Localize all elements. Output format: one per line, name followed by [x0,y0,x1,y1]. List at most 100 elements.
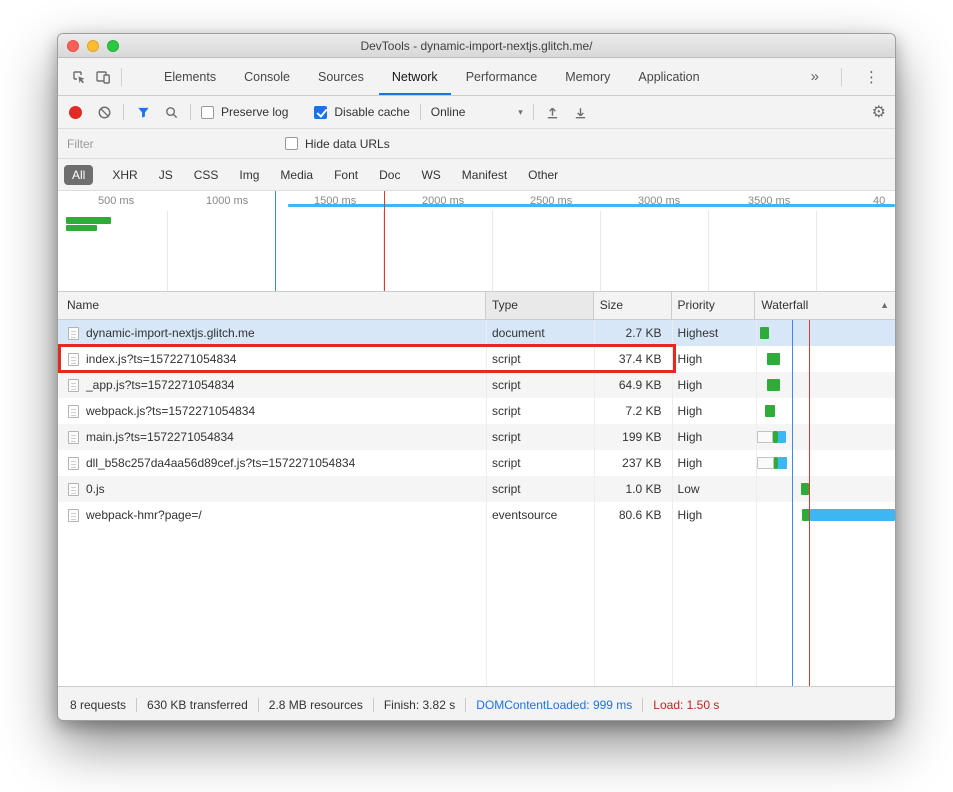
document-icon [68,431,79,444]
finish-time: Finish: 3.82 s [384,698,455,712]
close-window-button[interactable] [67,40,79,52]
tab-network[interactable]: Network [379,58,451,95]
more-tabs-icon[interactable]: » [805,68,825,85]
overview-request-bar [288,204,895,207]
traffic-lights [67,40,119,52]
inspect-cursor-icon [71,69,87,85]
search-icon [164,105,179,120]
column-header-priority[interactable]: Priority [672,292,756,319]
table-row[interactable]: main.js?ts=1572271054834 script 199 KB H… [58,424,895,450]
overview-tick-label: 2000 ms [422,195,464,207]
filter-input[interactable] [67,137,277,151]
overview-tick-label: 1000 ms [206,195,248,207]
window-title: DevTools - dynamic-import-nextjs.glitch.… [360,39,592,53]
column-header-waterfall[interactable]: Waterfall ▲ [755,292,895,319]
tab-application[interactable]: Application [625,58,712,95]
clear-network-log-button[interactable] [95,103,113,121]
type-filter-css[interactable]: CSS [192,165,221,185]
zoom-window-button[interactable] [107,40,119,52]
type-filter-doc[interactable]: Doc [377,165,402,185]
type-filter-js[interactable]: JS [157,165,175,185]
preserve-log-checkbox[interactable] [201,106,214,119]
status-divider [465,698,466,712]
request-type: script [486,424,594,450]
column-gridline [594,320,595,686]
table-row[interactable]: _app.js?ts=1572271054834 script 64.9 KB … [58,372,895,398]
column-gridline [756,320,757,686]
overview-tick-label: 500 ms [98,195,134,207]
resources-size: 2.8 MB resources [269,698,363,712]
column-header-type[interactable]: Type [486,292,594,319]
toggle-device-toolbar-button[interactable] [91,64,115,90]
tab-performance[interactable]: Performance [453,58,551,95]
funnel-icon [136,105,151,120]
hide-data-urls-label: Hide data URLs [305,137,390,151]
waterfall-cell [755,476,895,502]
tab-elements[interactable]: Elements [151,58,229,95]
customize-devtools-icon[interactable]: ⋮ [858,68,886,86]
type-filter-media[interactable]: Media [278,165,315,185]
type-filter-manifest[interactable]: Manifest [460,165,509,185]
title-bar[interactable]: DevTools - dynamic-import-nextjs.glitch.… [58,34,895,58]
export-har-button[interactable] [572,103,590,121]
throttling-dropdown[interactable]: Online ▾ [431,105,523,119]
column-header-name[interactable]: Name [58,292,486,319]
record-network-log-button[interactable] [69,106,82,119]
filter-toggle-button[interactable] [134,103,152,121]
minimize-window-button[interactable] [87,40,99,52]
table-row[interactable]: webpack.js?ts=1572271054834 script 7.2 K… [58,398,895,424]
transferred-size: 630 KB transferred [147,698,248,712]
type-filter-all[interactable]: All [64,165,93,185]
overview-strip[interactable]: 500 ms1000 ms1500 ms2000 ms2500 ms3000 m… [58,191,895,292]
network-settings-gear-icon[interactable]: ⚙ [872,102,886,122]
status-divider [136,698,137,712]
request-name: dll_b58c257da4aa56d89cef.js?ts=157227105… [86,450,355,476]
waterfall-bar [810,509,895,521]
import-har-button[interactable] [544,103,562,121]
hide-data-urls-checkbox[interactable] [285,137,298,150]
type-filter-other[interactable]: Other [526,165,560,185]
table-row[interactable]: dll_b58c257da4aa56d89cef.js?ts=157227105… [58,450,895,476]
requests-body: dynamic-import-nextjs.glitch.me document… [58,320,895,686]
overview-tick-label: 40 [873,195,885,207]
network-toolbar: Preserve log Disable cache Online ▾ [58,96,895,129]
requests-table-header: Name Type Size Priority Waterfall ▲ [58,292,895,320]
tab-memory[interactable]: Memory [552,58,623,95]
request-size: 7.2 KB [594,398,672,424]
request-size: 2.7 KB [594,320,672,346]
type-filter-ws[interactable]: WS [419,165,442,185]
dcl-marker-line [792,320,793,686]
devtools-window: DevTools - dynamic-import-nextjs.glitch.… [57,33,896,721]
request-priority: High [672,346,756,372]
type-filter-img[interactable]: Img [237,165,261,185]
disable-cache-checkbox[interactable] [314,106,327,119]
request-priority: High [672,450,756,476]
type-filter-xhr[interactable]: XHR [110,165,139,185]
desktop: DevTools - dynamic-import-nextjs.glitch.… [0,0,953,792]
inspect-element-button[interactable] [67,64,91,90]
table-row[interactable]: 0.js script 1.0 KB Low [58,476,895,502]
filter-row: Hide data URLs [58,129,895,159]
overview-request-bar [66,217,111,224]
status-bar: 8 requests 630 KB transferred 2.8 MB res… [58,686,895,721]
download-arrow-icon [573,105,588,120]
tab-sources[interactable]: Sources [305,58,377,95]
search-button[interactable] [162,103,180,121]
device-toolbar-icon [95,69,111,85]
table-row[interactable]: webpack-hmr?page=/ eventsource 80.6 KB H… [58,502,895,528]
waterfall-bar [765,405,775,417]
waterfall-cell [755,450,895,476]
column-header-size[interactable]: Size [594,292,672,319]
table-row[interactable]: index.js?ts=1572271054834 script 37.4 KB… [58,346,895,372]
waterfall-cell [755,502,895,528]
domcontentloaded-time: DOMContentLoaded: 999 ms [476,698,632,712]
request-priority: High [672,424,756,450]
request-priority: High [672,502,756,528]
table-row[interactable]: dynamic-import-nextjs.glitch.me document… [58,320,895,346]
type-filter-font[interactable]: Font [332,165,360,185]
tab-console[interactable]: Console [231,58,303,95]
overview-tick-label: 3000 ms [638,195,680,207]
status-divider [258,698,259,712]
overview-gridline [708,211,709,291]
request-priority: High [672,372,756,398]
